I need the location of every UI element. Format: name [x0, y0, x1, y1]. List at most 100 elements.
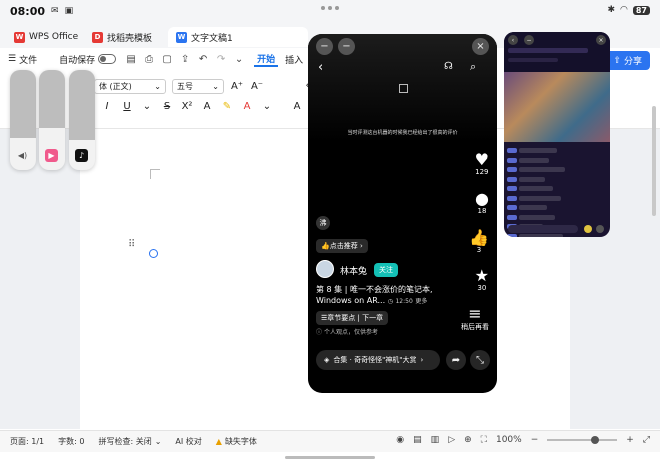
highlight-icon[interactable]: ✎ [220, 101, 234, 112]
tab-label: WPS Office [29, 32, 79, 42]
play-icon[interactable]: ▷ [448, 435, 455, 445]
expand-icon[interactable]: ⤢ [643, 435, 650, 445]
zoom-slider-knob[interactable] [590, 436, 599, 444]
word-count[interactable]: 字数: 0 [58, 436, 84, 447]
volume-fill [69, 70, 95, 140]
superscript-icon[interactable]: X² [180, 101, 194, 112]
thumbs-up-icon: 👍 [321, 242, 330, 250]
fullscreen-icon[interactable]: ⤡ [470, 350, 490, 370]
chevron-down-icon[interactable]: ⌄ [260, 101, 274, 112]
home-indicator[interactable] [285, 456, 375, 459]
live-video[interactable] [504, 72, 610, 142]
disclaimer: ⓘ 个人观点，仅供参考 [316, 329, 378, 336]
episode-title-line1[interactable]: 第 8 集 | 唯一不会涨价的笔记本, [316, 284, 433, 295]
vertical-scrollbar[interactable] [652, 106, 656, 216]
page-view-icon[interactable]: ▤ [413, 435, 422, 445]
gift-icon[interactable] [584, 225, 592, 233]
strikethrough-icon[interactable]: S [160, 101, 174, 112]
volume-slider-video-app[interactable]: ▶ [39, 70, 65, 170]
streamer-info[interactable] [508, 48, 588, 53]
clock-icon: ◷ [387, 298, 393, 305]
tab-wps-office[interactable]: W WPS Office [6, 27, 86, 47]
chat-message-text [519, 214, 555, 220]
comment-button[interactable]: ● 18 [475, 191, 489, 216]
floating-live-stream-window[interactable]: ‹ − × [504, 32, 610, 237]
spell-check[interactable]: 拼写检查: 关闭 ⌄ [98, 436, 161, 447]
redo-icon[interactable]: ↷ [214, 52, 228, 66]
live-header: ‹ − × [504, 32, 610, 72]
collapse-window-button[interactable]: − [316, 38, 333, 55]
speaker-icon: ◀) [17, 151, 28, 160]
margin-corner-mark [150, 169, 160, 179]
tab-docer-templates[interactable]: D 找稻壳模板 [84, 27, 160, 47]
zoom-level[interactable]: 100% [496, 435, 522, 445]
recommend-button[interactable]: 👍点击推荐 › [316, 239, 368, 253]
back-icon[interactable]: ‹ [318, 60, 323, 75]
back-icon[interactable]: ‹ [508, 35, 518, 45]
chevron-down-icon[interactable]: ⌄ [232, 52, 246, 66]
undo-icon[interactable]: ↶ [196, 52, 210, 66]
drag-handle-icon[interactable]: ⠿ [128, 239, 135, 250]
eye-icon[interactable]: ◉ [396, 435, 404, 445]
episode-title-line2[interactable]: Windows on AR... ◷ 12:50 更多 [316, 296, 427, 305]
volume-slider-system[interactable]: ◀) [10, 70, 36, 170]
thumbs-up-button[interactable]: 👍 3 [469, 230, 489, 255]
ribbon-tab-home[interactable]: 开始 [254, 52, 279, 67]
floating-video-window[interactable]: − − × ‹ ☊ ⌕ 当时评测这台机器的时候我已经给出了很高的评价 ♥ 129 … [308, 34, 497, 393]
chat-message-text [519, 167, 565, 173]
increase-font-icon[interactable]: A⁺ [230, 81, 244, 92]
wifi-icon: ◠ [620, 5, 628, 15]
chapter-points-button[interactable]: ☰章节要点 | 下一章 [316, 311, 389, 325]
minimize-window-button[interactable]: − [524, 35, 534, 45]
close-window-button[interactable]: × [472, 38, 489, 55]
watch-later-button[interactable]: ≡ 稍后再看 [461, 306, 489, 332]
text-effect-icon[interactable]: A [200, 101, 214, 112]
follow-button[interactable]: 关注 [374, 263, 398, 277]
underline-icon[interactable]: U [120, 101, 134, 112]
headphones-icon[interactable]: ☊ [444, 61, 453, 72]
zoom-in-icon[interactable]: + [626, 435, 634, 445]
font-name-select[interactable]: 体 (正文) ⌄ [94, 78, 166, 94]
decrease-font-icon[interactable]: A⁻ [250, 81, 264, 92]
ribbon-tab-insert[interactable]: 插入 [282, 53, 306, 66]
fit-screen-icon[interactable]: ⛶ [481, 435, 487, 445]
user-level-badge [507, 186, 517, 192]
zoom-out-icon[interactable]: − [531, 435, 539, 445]
zoom-slider[interactable] [547, 436, 618, 444]
collection-button[interactable]: ◈ 合集 · 奇奇怪怪"神机"大赏 › [316, 350, 440, 370]
font-color-icon[interactable]: A [240, 101, 254, 112]
favorite-button[interactable]: ★ 30 [475, 268, 489, 293]
warning-icon: ▲ [215, 437, 222, 446]
multitask-indicator[interactable] [318, 6, 342, 11]
autosave-toggle[interactable]: 自动保存 [59, 53, 117, 66]
preview-icon[interactable]: ▢ [160, 52, 174, 66]
author-avatar[interactable] [316, 260, 334, 278]
missing-font[interactable]: ▲ 缺失字体 [216, 436, 257, 447]
tab-document[interactable]: W 文字文稿1 [168, 27, 308, 47]
close-window-button[interactable]: × [596, 35, 606, 45]
search-icon[interactable]: ⌕ [470, 60, 476, 74]
volume-fill [10, 70, 36, 138]
chevron-down-icon[interactable]: ⌄ [140, 101, 154, 112]
save-icon[interactable]: ▤ [124, 52, 138, 66]
chat-message-text [519, 205, 547, 211]
clock: 08:00 [10, 4, 46, 18]
italic-icon[interactable]: I [100, 101, 114, 112]
export-icon[interactable]: ⇪ [178, 52, 192, 66]
file-menu[interactable]: ☰ 文件 [8, 53, 37, 66]
web-view-icon[interactable]: ⊕ [464, 435, 472, 445]
font-size-select[interactable]: 五号 ⌄ [172, 78, 224, 94]
share-icon[interactable]: ➦ [446, 350, 466, 370]
author-name[interactable]: 林本兔 [340, 264, 367, 277]
chat-input[interactable] [508, 225, 578, 233]
print-icon[interactable]: ⎙ [142, 52, 156, 66]
more-icon[interactable] [596, 225, 604, 233]
minimize-window-button[interactable]: − [338, 38, 355, 55]
char-border-icon[interactable]: A [290, 101, 304, 112]
read-mode-icon[interactable]: ▥ [431, 435, 440, 445]
share-button[interactable]: ⇧ 分享 [605, 51, 650, 70]
volume-slider-tiktok[interactable]: ♪ [69, 70, 95, 170]
like-button[interactable]: ♥ 129 [475, 152, 489, 177]
ai-proofread[interactable]: AI 校对 [175, 436, 201, 447]
toggle-switch[interactable] [98, 54, 117, 64]
